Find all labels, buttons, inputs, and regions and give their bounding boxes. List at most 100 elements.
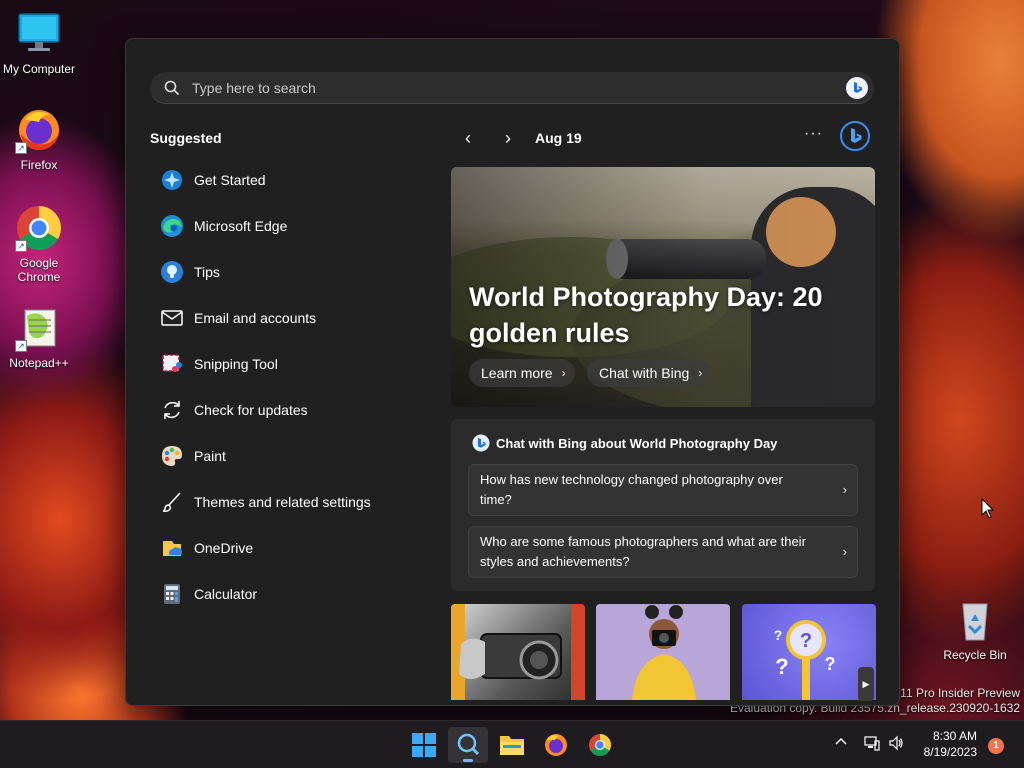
svg-text:?: ?	[825, 654, 836, 674]
recycle-bin-icon	[951, 596, 999, 644]
shortcut-arrow-icon: ↗	[15, 340, 27, 352]
suggested-app-list: Get Started Microsoft Edge Tips Email an…	[150, 157, 410, 617]
volume-icon[interactable]	[888, 735, 904, 754]
chat-with-bing-label: Chat with Bing	[599, 365, 690, 381]
bing-icon	[472, 434, 490, 452]
search-flyout: Suggested Get Started Microsoft Edge Tip…	[125, 38, 900, 706]
hero-card[interactable]: World Photography Day: 20 golden rules L…	[451, 167, 875, 407]
chrome-icon	[589, 734, 611, 756]
app-item-label: Microsoft Edge	[194, 218, 288, 234]
app-item-email-and-accounts[interactable]: Email and accounts	[150, 295, 410, 341]
chevron-right-icon: ›	[698, 366, 703, 380]
thumbnail-vintage-camera[interactable]	[451, 604, 585, 700]
chat-question-text: Who are some famous photographers and wh…	[480, 534, 806, 569]
chat-card-title: Chat with Bing about World Photography D…	[472, 434, 777, 452]
app-item-paint[interactable]: Paint	[150, 433, 410, 479]
desktop-icon-recycle-bin[interactable]: Recycle Bin	[936, 596, 1014, 662]
previous-arrow-icon[interactable]: ‹	[458, 128, 478, 148]
chat-question-1[interactable]: How has new technology changed photograp…	[468, 464, 858, 516]
app-item-label: Tips	[194, 264, 220, 280]
learn-more-button[interactable]: Learn more ›	[469, 359, 575, 387]
mail-icon	[160, 306, 184, 330]
app-item-snipping-tool[interactable]: Snipping Tool	[150, 341, 410, 387]
app-item-onedrive[interactable]: OneDrive	[150, 525, 410, 571]
edge-icon	[160, 214, 184, 238]
onedrive-icon	[160, 536, 184, 560]
hero-title[interactable]: World Photography Day: 20 golden rules	[469, 279, 849, 351]
app-item-label: Snipping Tool	[194, 356, 278, 372]
notification-badge[interactable]: 1	[988, 738, 1004, 754]
tips-icon	[160, 260, 184, 284]
chevron-right-icon: ›	[561, 366, 566, 380]
desktop-icon-label: Google Chrome	[17, 256, 61, 284]
chat-card-title-text: Chat with Bing about World Photography D…	[496, 435, 778, 451]
learn-more-label: Learn more	[481, 365, 553, 381]
bing-chat-icon[interactable]	[840, 121, 870, 151]
show-hidden-icons-chevron[interactable]	[834, 735, 848, 752]
taskbar-file-explorer[interactable]	[492, 727, 532, 763]
get-started-icon	[160, 168, 184, 192]
chevron-right-icon: ›	[842, 482, 847, 497]
related-thumbnails: ? ? ? ?	[451, 604, 876, 704]
app-item-label: Check for updates	[194, 402, 308, 418]
app-item-calculator[interactable]: Calculator	[150, 571, 410, 617]
app-item-tips[interactable]: Tips	[150, 249, 410, 295]
taskbar: 8:30 AM 8/19/2023 1	[0, 720, 1024, 768]
desktop-icon-firefox[interactable]: ↗ Firefox	[0, 106, 78, 172]
search-box[interactable]	[150, 72, 874, 104]
app-item-label: Calculator	[194, 586, 258, 602]
app-item-label: Paint	[194, 448, 226, 464]
desktop-icon-label: Recycle Bin	[943, 648, 1007, 662]
file-explorer-icon	[500, 736, 524, 755]
taskbar-firefox[interactable]	[536, 727, 576, 763]
bing-icon[interactable]	[846, 77, 868, 99]
start-button[interactable]	[404, 727, 444, 763]
desktop-icon-notepadpp[interactable]: ↗ Notepad++	[0, 304, 78, 370]
chrome-icon: ↗	[15, 204, 63, 252]
scroll-right-arrow-icon[interactable]: ▶	[858, 667, 874, 701]
desktop-icon-chrome[interactable]: ↗ Google Chrome	[0, 204, 78, 284]
svg-text:?: ?	[800, 630, 812, 652]
shortcut-arrow-icon: ↗	[15, 240, 27, 252]
desktop-icon-label: Notepad++	[9, 356, 69, 370]
app-item-get-started[interactable]: Get Started	[150, 157, 410, 203]
chat-question-2[interactable]: Who are some famous photographers and wh…	[468, 526, 858, 578]
brush-icon	[160, 490, 184, 514]
clock-date: 8/19/2023	[923, 745, 977, 759]
highlights-nav: ‹ › Aug 19 ···	[456, 121, 876, 151]
thumbnail-woman-with-camera[interactable]	[596, 604, 730, 700]
shortcut-arrow-icon: ↗	[15, 142, 27, 154]
highlight-date: Aug 19	[535, 130, 582, 146]
more-options-icon[interactable]: ···	[804, 125, 823, 143]
app-item-label: OneDrive	[194, 540, 254, 556]
chat-with-bing-button[interactable]: Chat with Bing ›	[587, 359, 712, 387]
app-item-label: Themes and related settings	[194, 494, 371, 510]
notepadpp-icon: ↗	[15, 304, 63, 352]
taskbar-search-button[interactable]	[448, 727, 488, 763]
app-item-themes-and-related-settings[interactable]: Themes and related settings	[150, 479, 410, 525]
snipping-tool-icon	[160, 352, 184, 376]
clock-time: 8:30 AM	[932, 729, 977, 743]
bing-chat-card: Chat with Bing about World Photography D…	[451, 419, 875, 591]
refresh-icon	[160, 398, 184, 422]
desktop-icon-my-computer[interactable]: My Computer	[0, 10, 78, 76]
search-input[interactable]	[192, 72, 792, 104]
search-icon	[164, 80, 180, 101]
firefox-icon: ↗	[15, 106, 63, 154]
clock[interactable]: 8:30 AM 8/19/2023	[924, 728, 977, 760]
desktop-icon-label: Firefox	[20, 158, 58, 172]
app-item-label: Email and accounts	[194, 310, 317, 326]
next-arrow-icon[interactable]: ›	[498, 128, 518, 148]
network-icon[interactable]	[864, 735, 880, 754]
svg-text:?: ?	[775, 654, 788, 679]
search-icon	[457, 733, 480, 756]
taskbar-chrome[interactable]	[580, 727, 620, 763]
chat-question-text: How has new technology changed photograp…	[480, 472, 783, 507]
thumbnail-question-marks[interactable]: ? ? ? ?	[742, 604, 876, 700]
app-item-check-for-updates[interactable]: Check for updates	[150, 387, 410, 433]
app-item-microsoft-edge[interactable]: Microsoft Edge	[150, 203, 410, 249]
watermark-line-1: s 11 Pro Insider Preview	[890, 686, 1020, 700]
mouse-cursor-icon	[981, 497, 995, 525]
suggested-heading: Suggested	[150, 130, 222, 146]
firefox-icon	[545, 734, 567, 756]
